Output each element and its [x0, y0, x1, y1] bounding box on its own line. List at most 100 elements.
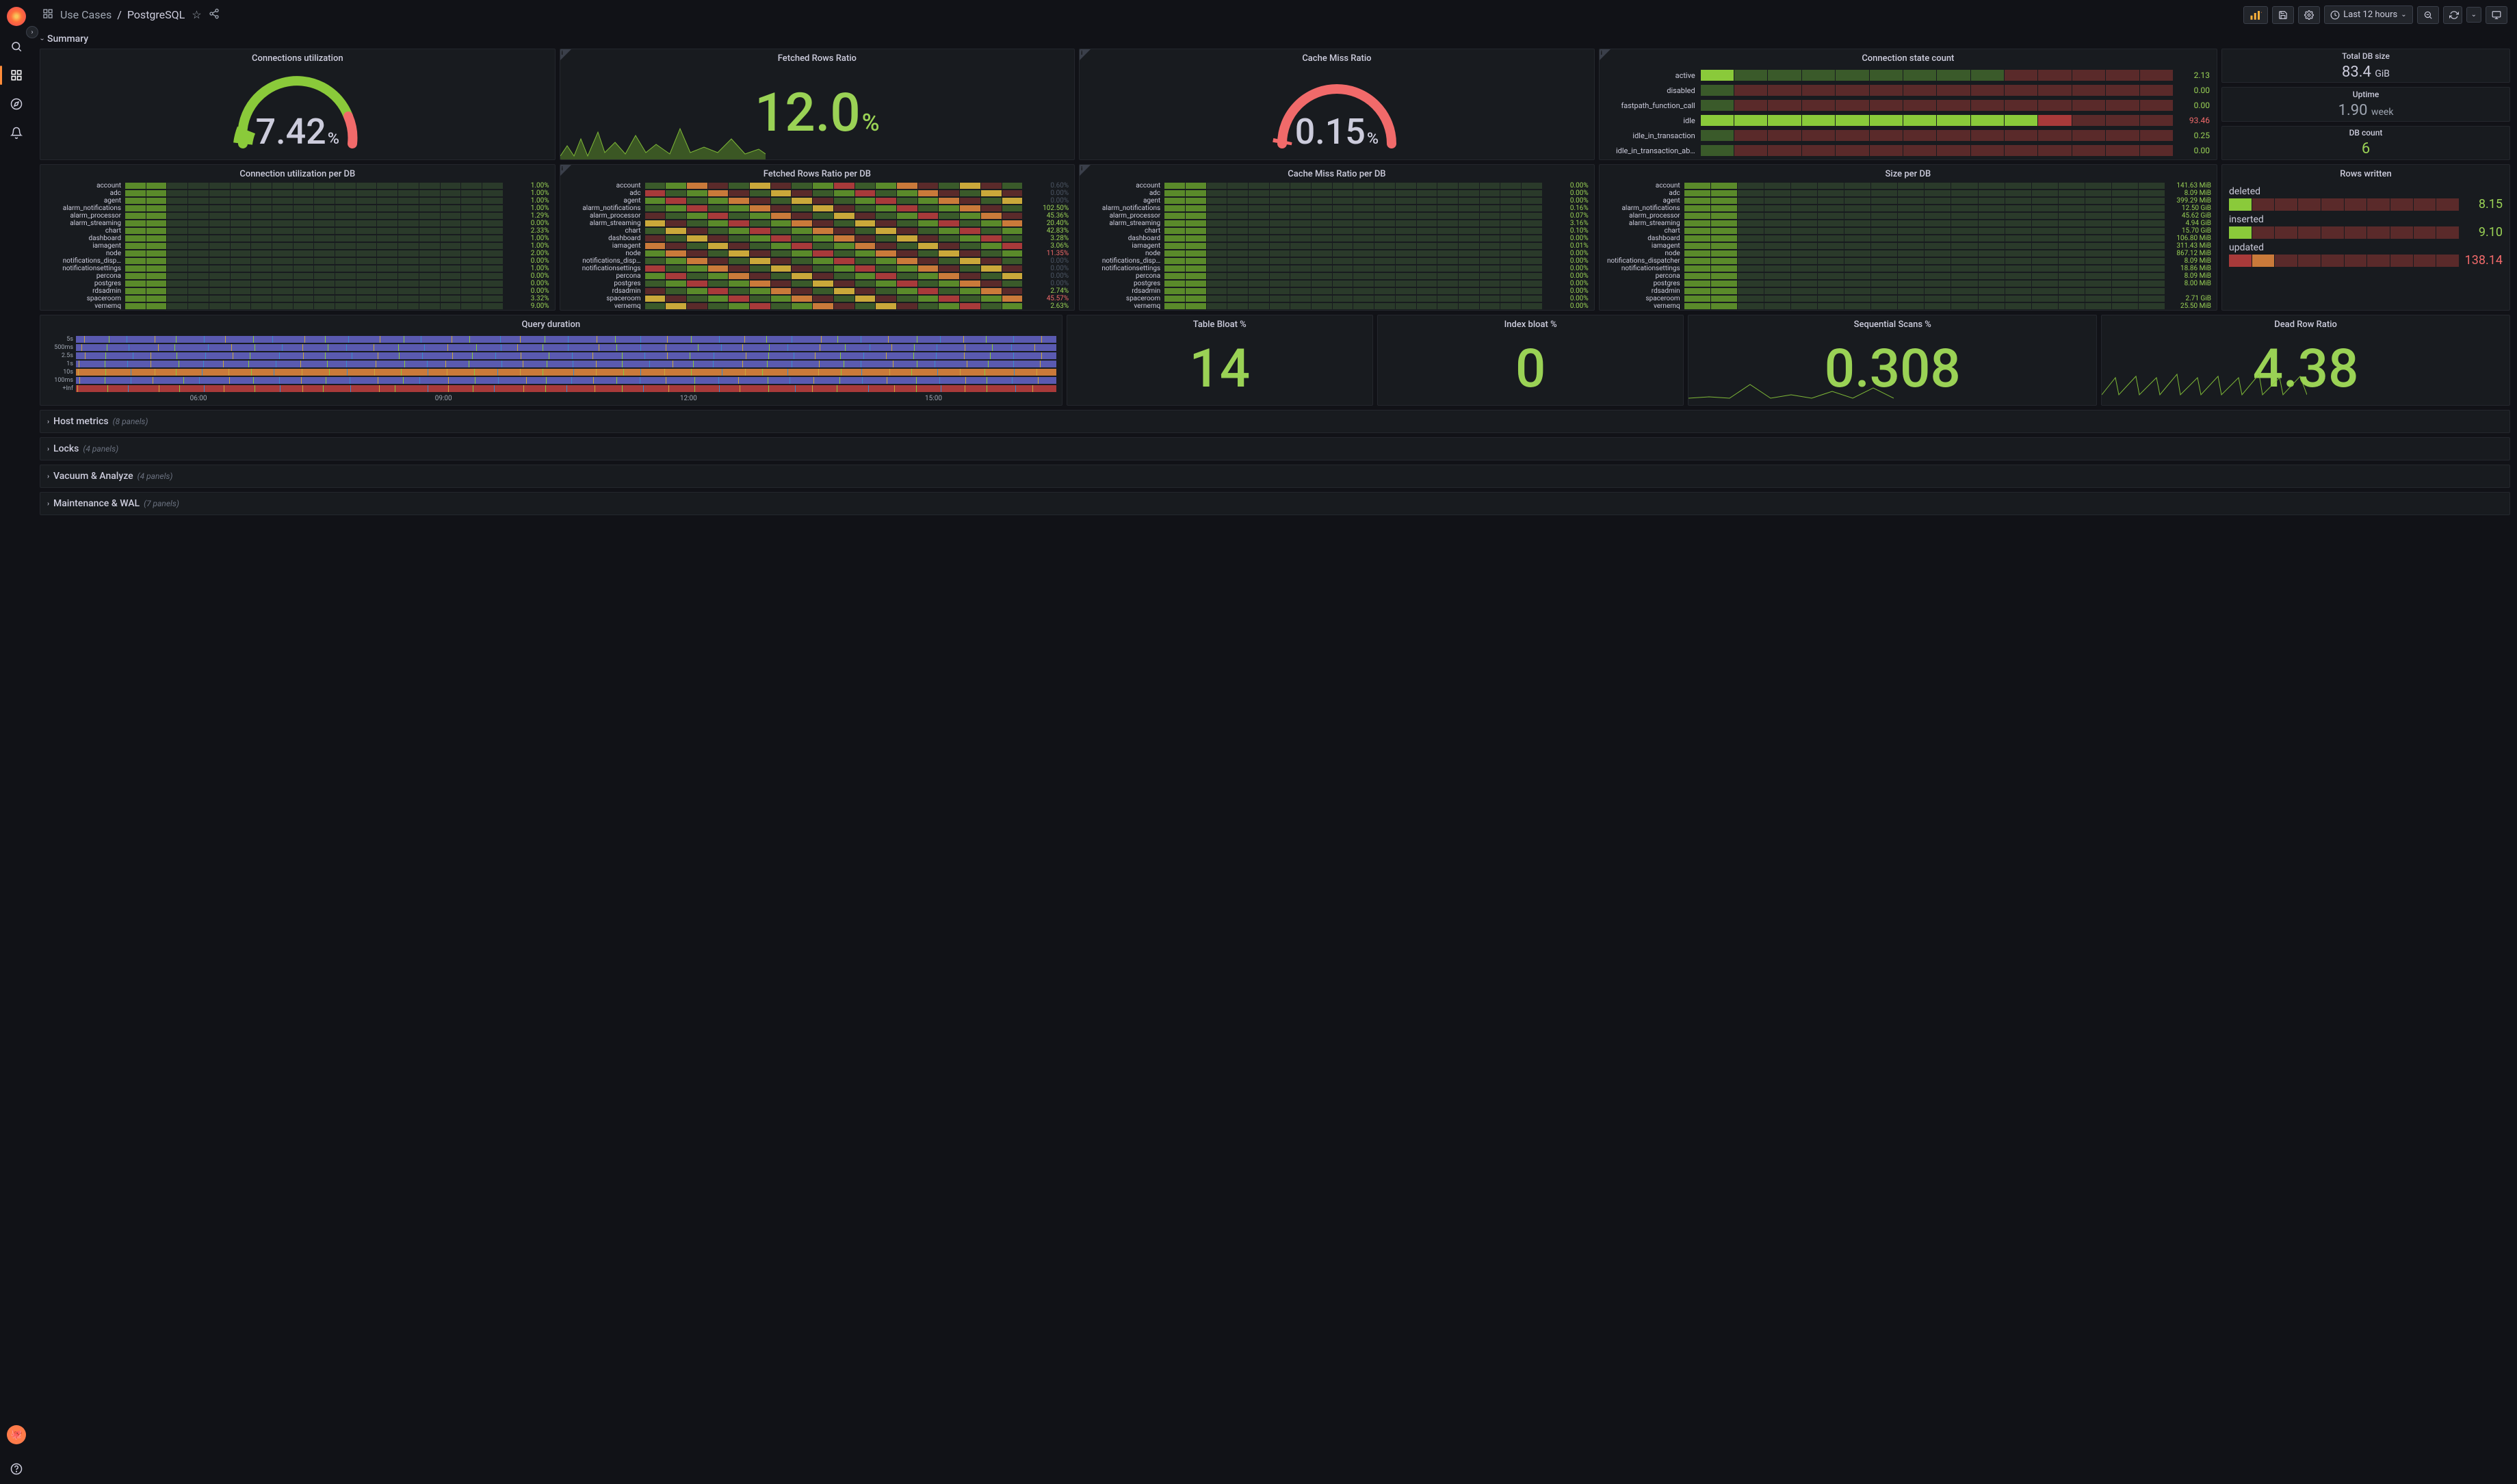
panel-cache-miss-per-db[interactable]: Cache Miss Ratio per DBaccount0.00%adc0.…: [1079, 164, 1595, 311]
barstat-row: fastpath_function_call0.00: [1606, 98, 2210, 113]
sparkline: [2102, 364, 2307, 405]
refresh-button[interactable]: [2443, 6, 2462, 24]
perdb-row: chart0.10%: [1085, 227, 1589, 235]
info-icon[interactable]: [1080, 165, 1091, 176]
star-icon[interactable]: ☆: [192, 8, 201, 21]
perdb-row: chart42.83%: [566, 227, 1069, 235]
expand-sidebar-button[interactable]: ›: [26, 26, 38, 38]
grafana-logo[interactable]: [7, 7, 26, 26]
info-icon[interactable]: [1600, 49, 1610, 60]
kiosk-button[interactable]: [2486, 6, 2507, 24]
perdb-row: node11.35%: [566, 250, 1069, 257]
info-icon[interactable]: [560, 49, 571, 60]
perdb-row: notificationsettings18.86 MiB: [1605, 265, 2211, 272]
panel-rows-written[interactable]: Rows writtendeleted8.15inserted9.10updat…: [2221, 164, 2510, 311]
row-summary-toggle[interactable]: ›Summary: [40, 29, 2510, 49]
perdb-row: postgres0.00%: [1085, 280, 1589, 287]
rows-written-item: updated138.14: [2229, 242, 2503, 268]
panel-uptime[interactable]: Uptime1.90 week: [2221, 87, 2510, 121]
perdb-row: rdsadmin0.00%: [1085, 287, 1589, 295]
perdb-row: percona0.00%: [46, 272, 549, 280]
perdb-row: spaceroom0.00%: [1085, 295, 1589, 302]
help-icon[interactable]: [8, 1461, 25, 1477]
perdb-row: adc1.00%: [46, 190, 549, 197]
add-panel-button[interactable]: +: [2243, 6, 2268, 24]
perdb-row: dashboard106.80 MiB: [1605, 235, 2211, 242]
perdb-row: dashboard0.00%: [1085, 235, 1589, 242]
nav-sidebar: › 🐙: [0, 0, 33, 1484]
perdb-row: postgres0.00%: [46, 280, 549, 287]
barstat-row: idle93.46: [1606, 113, 2210, 128]
panel-index-bloat[interactable]: Index bloat %0: [1377, 315, 1684, 406]
perdb-row: alarm_streaming3.16%: [1085, 220, 1589, 227]
dashboards-icon[interactable]: [8, 67, 25, 83]
panel-connection-state-count[interactable]: Connection state count active2.13disable…: [1599, 49, 2217, 160]
perdb-row: alarm_notifications1.00%: [46, 205, 549, 212]
breadcrumb-root[interactable]: Use Cases: [60, 8, 112, 21]
perdb-row: vernemq0.00%: [1085, 302, 1589, 310]
panel-size-per-db[interactable]: Size per DBaccount141.63 MiBadc8.09 MiBa…: [1599, 164, 2217, 311]
panel-db-count[interactable]: DB count6: [2221, 126, 2510, 160]
perdb-row: node2.00%: [46, 250, 549, 257]
perdb-row: account0.00%: [1085, 182, 1589, 190]
qd-lane: 2.5s: [46, 352, 1056, 359]
panel-sequential-scans[interactable]: Sequential Scans %0.308: [1688, 315, 2097, 406]
barstat-row: idle_in_transaction0.25: [1606, 128, 2210, 143]
qd-lane: 1s: [46, 360, 1056, 367]
perdb-row: notificationsettings0.00%: [1085, 265, 1589, 272]
alerting-icon[interactable]: [8, 125, 25, 141]
info-icon[interactable]: [560, 165, 571, 176]
time-range-picker[interactable]: Last 12 hours⌄: [2324, 5, 2412, 24]
perdb-row: agent0.00%: [566, 197, 1069, 205]
breadcrumb-page: PostgreSQL: [127, 8, 185, 21]
user-avatar[interactable]: 🐙: [7, 1425, 26, 1444]
perdb-row: notifications_disp…0.00%: [46, 257, 549, 265]
qd-lane: 100ms: [46, 376, 1056, 384]
perdb-row: notificationsettings1.00%: [46, 265, 549, 272]
stat-column-right: Total DB size83.4 GiB Uptime1.90 week DB…: [2221, 49, 2510, 160]
search-icon[interactable]: [8, 38, 25, 55]
row-toggle[interactable]: ›Maintenance & WAL (7 panels): [40, 493, 2509, 515]
panel-cache-miss-ratio[interactable]: Cache Miss Ratio 0.15%: [1079, 49, 1595, 160]
rows-written-item: inserted9.10: [2229, 214, 2503, 239]
row-toggle[interactable]: ›Locks (4 panels): [40, 438, 2509, 460]
panel-query-duration[interactable]: Query duration 5s500ms2.5s1s10s100ms+Inf…: [40, 315, 1062, 406]
perdb-row: vernemq2.63%: [566, 302, 1069, 310]
perdb-row: notificationsettings0.00%: [566, 265, 1069, 272]
row-toggle[interactable]: ›Vacuum & Analyze (4 panels): [40, 465, 2509, 487]
perdb-row: account141.63 MiB: [1605, 182, 2211, 190]
save-button[interactable]: [2272, 6, 2294, 24]
perdb-row: adc0.00%: [1085, 190, 1589, 197]
panel-total-db-size[interactable]: Total DB size83.4 GiB: [2221, 49, 2510, 83]
perdb-row: chart15.70 GiB: [1605, 227, 2211, 235]
panel-fetched-rows-ratio[interactable]: Fetched Rows Ratio 12.0%: [560, 49, 1075, 160]
panel-table-bloat[interactable]: Table Bloat %14: [1067, 315, 1373, 406]
perdb-row: notifications_disp…0.00%: [1085, 257, 1589, 265]
sparkline: [1688, 364, 1894, 405]
svg-text:+: +: [2261, 10, 2262, 16]
explore-icon[interactable]: [8, 96, 25, 112]
perdb-row: vernemq9.00%: [46, 302, 549, 310]
perdb-row: alarm_notifications0.16%: [1085, 205, 1589, 212]
zoom-out-button[interactable]: [2417, 6, 2439, 24]
perdb-row: account1.00%: [46, 182, 549, 190]
settings-button[interactable]: [2298, 6, 2320, 24]
panel-connections-utilization[interactable]: Connections utilization 7.42%: [40, 49, 556, 160]
row-toggle[interactable]: ›Host metrics (8 panels): [40, 411, 2509, 432]
perdb-row: iamagent311.43 MiB: [1605, 242, 2211, 250]
perdb-row: node0.00%: [1085, 250, 1589, 257]
perdb-row: alarm_processor45.36%: [566, 212, 1069, 220]
perdb-row: alarm_notifications12.50 GiB: [1605, 205, 2211, 212]
refresh-interval-picker[interactable]: ⌄: [2466, 7, 2481, 23]
panel-conn-util-per-db[interactable]: Connection utilization per DBaccount1.00…: [40, 164, 556, 311]
perdb-row: account0.60%: [566, 182, 1069, 190]
barstat-row: active2.13: [1606, 68, 2210, 83]
rows-written-item: deleted8.15: [2229, 186, 2503, 211]
perdb-row: percona0.00%: [566, 272, 1069, 280]
info-icon[interactable]: [1080, 49, 1091, 60]
panel-dead-row-ratio[interactable]: Dead Row Ratio4.38: [2101, 315, 2510, 406]
barstat-row: idle_in_transaction_ab…0.00: [1606, 143, 2210, 158]
apps-icon[interactable]: [42, 8, 53, 22]
panel-fetched-per-db[interactable]: Fetched Rows Ratio per DBaccount0.60%adc…: [560, 164, 1075, 311]
share-icon[interactable]: [209, 8, 220, 22]
